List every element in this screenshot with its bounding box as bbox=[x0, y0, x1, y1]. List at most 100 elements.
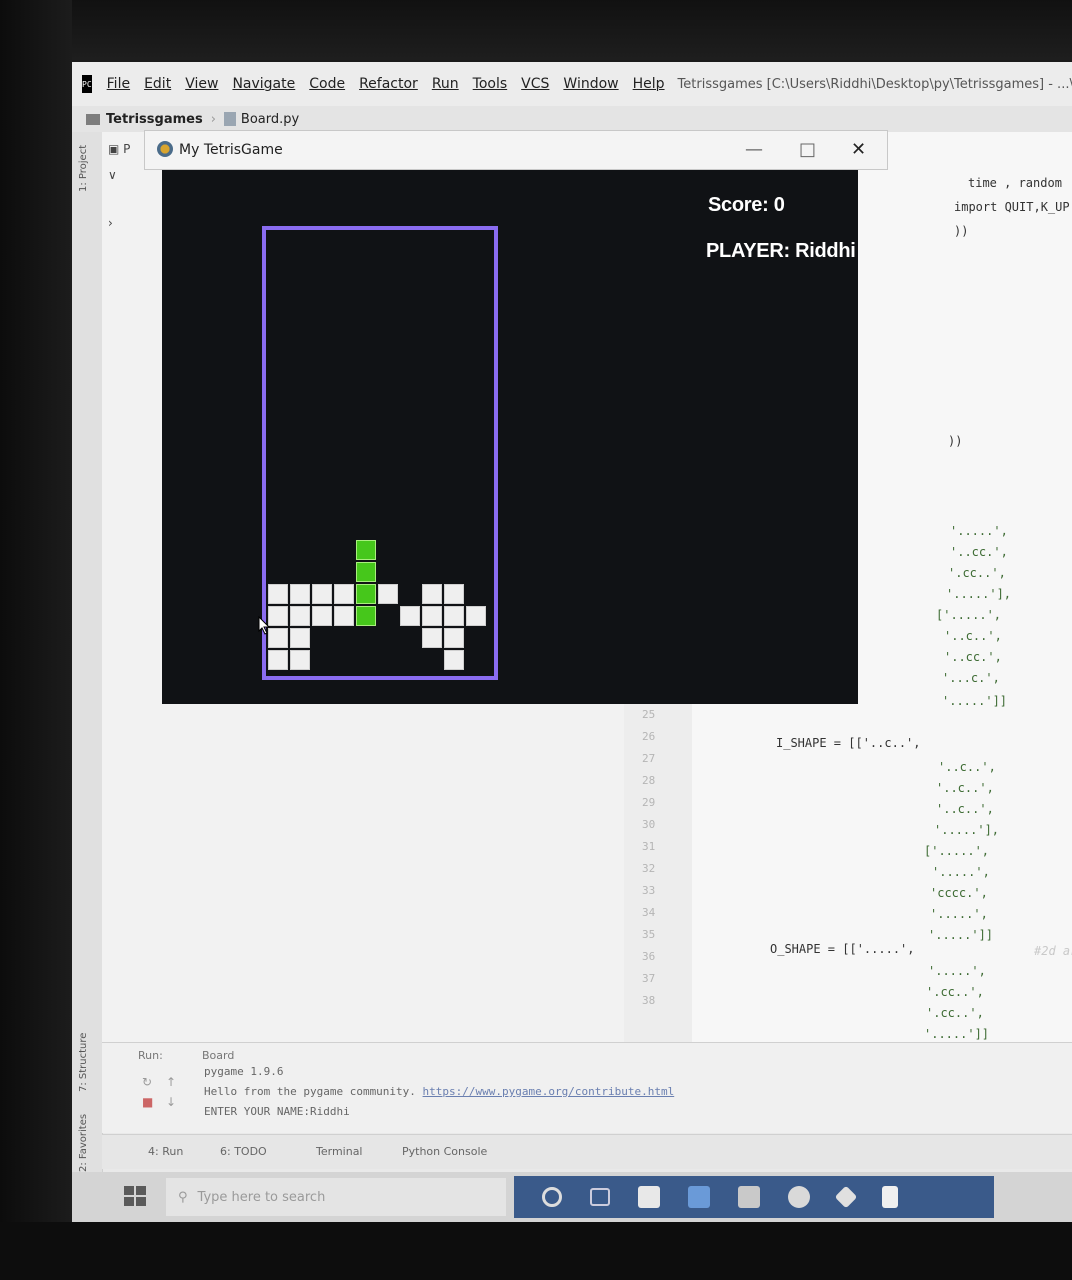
code-line: '.....']] bbox=[928, 928, 994, 942]
breadcrumb-file[interactable]: Board.py bbox=[241, 112, 299, 127]
code-line-o-shape: O_SHAPE = [['.....', bbox=[770, 942, 915, 956]
menu-run[interactable]: Run bbox=[432, 76, 459, 92]
code-line: '..cc.', bbox=[950, 545, 1008, 559]
code-line-i-shape: I_SHAPE = [['..c..', bbox=[776, 736, 921, 750]
tetris-board[interactable] bbox=[262, 226, 498, 680]
console-text: Hello from the pygame community. bbox=[204, 1085, 423, 1098]
code-line: '.....']] bbox=[942, 694, 1008, 708]
menu-tools[interactable]: Tools bbox=[473, 76, 508, 92]
line-number: 33 bbox=[642, 884, 656, 897]
project-panel-header[interactable]: ▣ P bbox=[108, 142, 130, 156]
menu-code[interactable]: Code bbox=[309, 76, 345, 92]
file-manager-icon[interactable] bbox=[688, 1186, 710, 1208]
code-line: )) bbox=[948, 434, 963, 448]
panel-icon: ▣ bbox=[108, 142, 120, 156]
settled-block-cell bbox=[268, 650, 288, 670]
structure-tool-tab[interactable]: 7: Structure bbox=[78, 1033, 89, 1092]
code-line: time , random bbox=[968, 176, 1062, 190]
settled-block-cell bbox=[268, 584, 288, 604]
line-number: 31 bbox=[642, 840, 656, 853]
menu-navigate[interactable]: Navigate bbox=[232, 76, 295, 92]
falling-piece-cell bbox=[356, 584, 376, 604]
settled-block-cell bbox=[312, 606, 332, 626]
favorites-tool-tab[interactable]: 2: Favorites bbox=[78, 1114, 89, 1172]
menu-refactor[interactable]: Refactor bbox=[359, 76, 418, 92]
windows-start-icon[interactable] bbox=[124, 1186, 146, 1206]
code-line: 'cccc.', bbox=[930, 886, 988, 900]
stop-icon[interactable]: ■ bbox=[142, 1095, 153, 1109]
code-line: '.....'], bbox=[934, 823, 1000, 837]
code-line: '.....', bbox=[930, 907, 988, 921]
notes-icon[interactable] bbox=[882, 1186, 898, 1208]
taskbar-search[interactable]: ⚲ Type here to search bbox=[166, 1178, 506, 1216]
git-icon[interactable] bbox=[834, 1185, 858, 1209]
maximize-icon[interactable]: □ bbox=[799, 139, 816, 160]
cursor-arrow-icon bbox=[258, 615, 271, 635]
project-panel-title: P bbox=[123, 142, 131, 156]
settled-block-cell bbox=[466, 606, 486, 626]
settled-block-cell bbox=[444, 628, 464, 648]
menu-edit[interactable]: Edit bbox=[144, 76, 171, 92]
folder-icon bbox=[86, 113, 100, 125]
menu-file[interactable]: File bbox=[107, 76, 130, 92]
settled-block-cell bbox=[290, 606, 310, 626]
run-panel-label: Run: bbox=[138, 1049, 163, 1062]
tool-window-python-console[interactable]: Python Console bbox=[402, 1145, 487, 1158]
console-line: ENTER YOUR NAME:Riddhi bbox=[204, 1105, 350, 1118]
minimize-icon[interactable]: — bbox=[745, 139, 763, 160]
code-line: import QUIT,K_UP,K_ESCA bbox=[954, 200, 1072, 214]
python-file-icon bbox=[223, 112, 236, 126]
code-comment: #2d array o_sh bbox=[1034, 944, 1072, 958]
pygame-snake-icon bbox=[157, 141, 173, 157]
code-line: '..c..', bbox=[936, 781, 994, 795]
game-canvas[interactable]: Score: 0 PLAYER: Riddhi bbox=[162, 170, 858, 704]
run-config-tab[interactable]: Board bbox=[202, 1049, 234, 1062]
ide-menubar: PC File Edit View Navigate Code Refactor… bbox=[72, 62, 1072, 106]
cortana-icon[interactable] bbox=[542, 1187, 562, 1207]
pygame-contribute-link[interactable]: https://www.pygame.org/contribute.html bbox=[423, 1085, 675, 1098]
monitor-bezel-left bbox=[0, 0, 72, 1280]
code-line: '...c.', bbox=[942, 671, 1000, 685]
folder-taskbar-icon[interactable] bbox=[738, 1186, 760, 1208]
project-tool-tab[interactable]: 1: Project bbox=[78, 145, 89, 192]
line-number: 38 bbox=[642, 994, 656, 1007]
close-icon[interactable]: ✕ bbox=[851, 139, 866, 160]
code-line: '.cc..', bbox=[926, 985, 984, 999]
line-number: 29 bbox=[642, 796, 656, 809]
line-number: 26 bbox=[642, 730, 656, 743]
settled-block-cell bbox=[444, 650, 464, 670]
menu-window[interactable]: Window bbox=[563, 76, 618, 92]
code-line: '..cc.', bbox=[944, 650, 1002, 664]
menu-view[interactable]: View bbox=[185, 76, 218, 92]
menu-help[interactable]: Help bbox=[633, 76, 665, 92]
pycharm-taskbar-icon[interactable] bbox=[638, 1186, 660, 1208]
breadcrumb: Tetrissgames › Board.py bbox=[72, 106, 1072, 133]
tree-collapse-icon[interactable]: › bbox=[108, 216, 113, 230]
menu-vcs[interactable]: VCS bbox=[521, 76, 549, 92]
chrome-icon[interactable] bbox=[788, 1186, 810, 1208]
monitor-bezel-top bbox=[0, 0, 1072, 60]
pycharm-logo-icon: PC bbox=[82, 75, 92, 93]
rerun-icon[interactable]: ↻ bbox=[142, 1075, 152, 1089]
breadcrumb-project[interactable]: Tetrissgames bbox=[106, 112, 203, 127]
tree-expand-icon[interactable]: ∨ bbox=[108, 168, 117, 182]
line-number: 35 bbox=[642, 928, 656, 941]
game-titlebar[interactable]: My TetrisGame — □ ✕ bbox=[144, 130, 888, 170]
settled-block-cell bbox=[422, 606, 442, 626]
taskbar-search-placeholder: Type here to search bbox=[197, 1189, 326, 1205]
code-line: '.cc..', bbox=[948, 566, 1006, 580]
line-number: 32 bbox=[642, 862, 656, 875]
line-number: 34 bbox=[642, 906, 656, 919]
line-number: 28 bbox=[642, 774, 656, 787]
tool-window-run[interactable]: 4: Run bbox=[148, 1145, 183, 1158]
tool-window-terminal[interactable]: Terminal bbox=[316, 1145, 363, 1158]
windows-taskbar: ⚲ Type here to search bbox=[72, 1172, 1072, 1222]
code-line: '.....', bbox=[928, 964, 986, 978]
settled-block-cell bbox=[422, 628, 442, 648]
task-view-icon[interactable] bbox=[590, 1188, 610, 1206]
console-line: pygame 1.9.6 bbox=[204, 1065, 284, 1078]
tool-window-todo[interactable]: 6: TODO bbox=[220, 1145, 267, 1158]
arrow-up-icon[interactable]: ↑ bbox=[166, 1075, 176, 1089]
arrow-down-icon[interactable]: ↓ bbox=[166, 1095, 176, 1109]
tetris-game-window: My TetrisGame — □ ✕ Score: 0 PLAYER: Rid… bbox=[144, 130, 888, 714]
